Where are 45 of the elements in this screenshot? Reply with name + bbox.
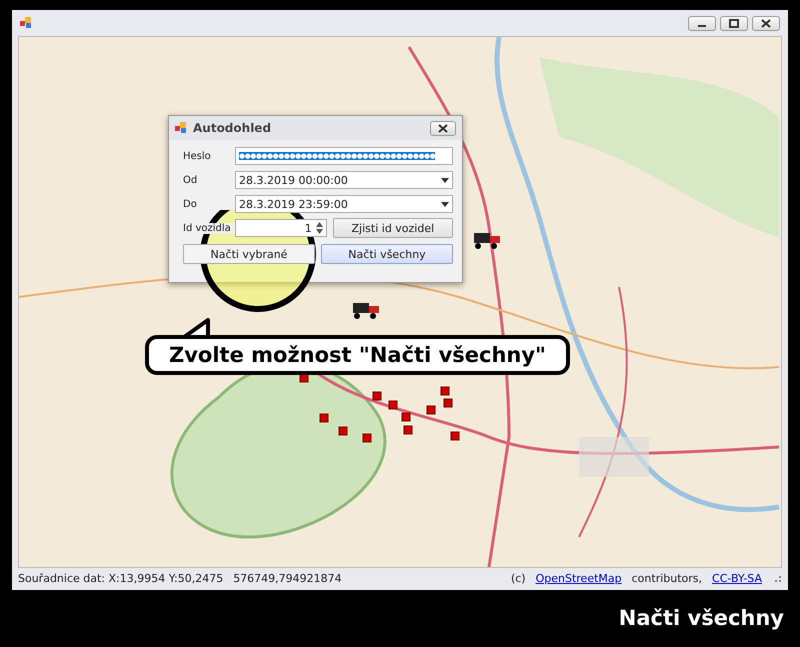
- vehicle-id-spinner[interactable]: 1: [234, 219, 327, 237]
- location-marker-icon[interactable]: [402, 412, 410, 422]
- location-marker-icon[interactable]: [338, 426, 348, 436]
- truck-icon[interactable]: [474, 233, 500, 249]
- field-label: Id vozidla: [183, 222, 235, 234]
- date-dropdown[interactable]: 28.3.2019 00:00:00: [235, 171, 453, 189]
- location-marker-icon[interactable]: [362, 434, 372, 442]
- dropdown-arrow-icon: [441, 178, 449, 182]
- lookup-button[interactable]: Zjisti id vozidel: [332, 218, 453, 238]
- city-area: [579, 437, 649, 477]
- coordinate-value: 576749,794921874: [233, 572, 342, 584]
- date-dropdown[interactable]: 28.3.2019 23:59:00: [235, 195, 453, 213]
- minimize-icon: [698, 25, 706, 27]
- app-icon: [20, 17, 32, 29]
- app-icon: [175, 122, 187, 134]
- location-marker-icon[interactable]: [388, 400, 398, 410]
- field-label: Do: [183, 198, 235, 210]
- location-marker-icon[interactable]: [404, 426, 412, 434]
- close-icon: [438, 124, 448, 132]
- load-button[interactable]: Načti vybrané: [183, 244, 315, 264]
- location-marker-icon[interactable]: [444, 398, 452, 408]
- load-button[interactable]: Načti všechny: [321, 244, 453, 264]
- location-marker-icon[interactable]: [450, 432, 460, 440]
- license-link[interactable]: CC-BY-SA: [712, 572, 762, 584]
- dropdown-arrow-icon: [441, 202, 449, 206]
- resize-grip-icon[interactable]: [772, 573, 782, 583]
- spinner-arrows-icon[interactable]: [316, 221, 323, 235]
- close-button[interactable]: [430, 120, 456, 136]
- close-button[interactable]: [752, 16, 780, 30]
- maximize-button[interactable]: [720, 16, 748, 30]
- maximize-icon: [729, 18, 739, 28]
- truck-icon[interactable]: [353, 303, 379, 319]
- location-marker-icon[interactable]: [440, 386, 450, 396]
- minimize-button[interactable]: [688, 16, 716, 30]
- location-marker-icon[interactable]: [320, 414, 328, 422]
- copyright-text: (c): [510, 572, 526, 584]
- openstreetmap-link[interactable]: OpenStreetMap: [536, 572, 622, 584]
- location-marker-icon[interactable]: [300, 374, 308, 382]
- coordinates-text: Souřadnice dat: X:13,9954 Y:50,2475: [18, 572, 224, 584]
- contributors-text: contributors,: [632, 572, 702, 584]
- close-icon: [761, 18, 771, 28]
- dialog-title: Autodohled: [193, 121, 272, 135]
- location-marker-icon[interactable]: [372, 392, 382, 400]
- caption-text: Načti všechny: [618, 606, 784, 630]
- location-marker-icon[interactable]: [426, 406, 436, 414]
